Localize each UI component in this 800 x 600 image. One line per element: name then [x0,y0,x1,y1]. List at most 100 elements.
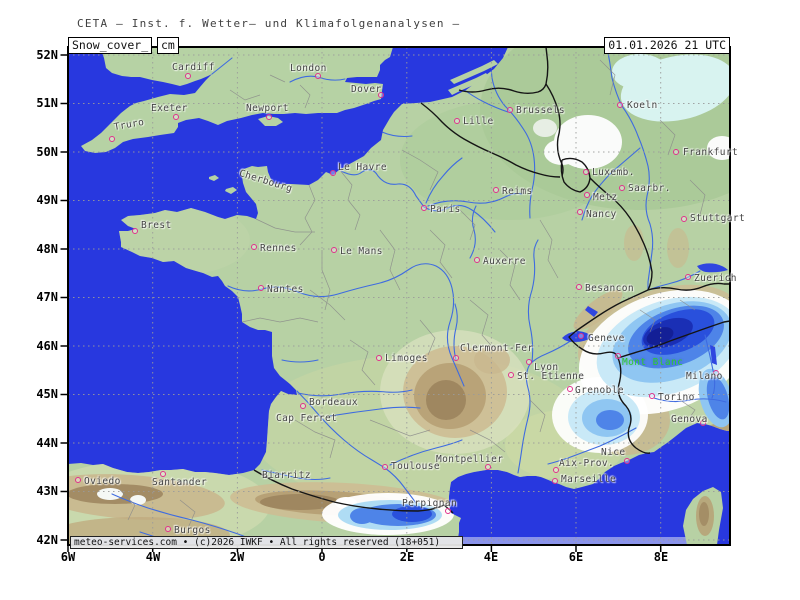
city-label: Toulouse [391,461,440,472]
lat-label: 52N [36,48,58,62]
city-marker-frankfurt [673,149,679,155]
city-marker-lille [454,118,460,124]
city-label: Montpellier [436,454,504,465]
unit-badge: cm [157,37,179,54]
city-marker-clermont [453,355,459,361]
weather-map-page: CETA — Inst. f. Wetter— und Klimafolgena… [0,0,800,600]
lat-label: 51N [36,96,58,110]
city-label: Le Mans [340,246,383,257]
city-label: Santander [152,477,208,488]
city-label: Torino [658,392,695,403]
city-label: Burgos [174,525,211,536]
page-title: CETA — Inst. f. Wetter— und Klimafolgena… [77,17,461,30]
city-label: Nantes [267,284,304,295]
city-marker-saarbruecken [619,185,625,191]
lon-label: 6W [60,550,76,564]
city-label: Frankfurt [683,147,739,158]
lat-label: 46N [36,339,58,353]
lat-label: 42N [36,533,58,547]
city-label: Bordeaux [309,397,358,408]
city-label: Besancon [585,283,634,294]
city-label: Saarbr. [628,183,671,194]
copyright-bar: meteo-services.com • (c)2026 IWKF • All … [70,536,463,549]
city-marker-newport [266,114,272,120]
city-label: Nice [601,447,626,458]
city-label: Luxemb. [592,167,635,178]
lon-label: 8E [653,550,669,564]
city-marker-rennes [251,244,257,250]
city-label: Biarritz [262,470,311,481]
city-marker-st-etienne [508,372,514,378]
city-marker-marseille [552,478,558,484]
city-marker-koeln [617,102,623,108]
city-label: Milano [686,371,723,382]
city-marker-besancon [576,284,582,290]
lat-label: 50N [36,145,58,159]
lon-label: 4W [145,550,161,564]
city-marker-torino [649,393,655,399]
city-marker-lyon [526,359,532,365]
city-label: St. Etienne [517,371,585,382]
city-label: Zuerich [694,273,737,284]
city-marker-le-havre [330,170,336,176]
lat-label: 45N [36,387,58,401]
lon-label: 0 [318,550,326,564]
city-marker-oviedo [75,477,81,483]
lat-label: 49N [36,193,58,207]
city-marker-cardiff [185,73,191,79]
city-marker-truro [109,136,115,142]
city-label: Nancy [586,209,617,220]
city-marker-le-mans [331,247,337,253]
city-label: London [290,63,327,74]
lat-label: 44N [36,436,58,450]
city-marker-paris [421,205,427,211]
city-label: Aix-Prov. [559,458,615,469]
lat-label: 43N [36,484,58,498]
city-label: Stuttgart [690,213,746,224]
city-marker-nantes [258,285,264,291]
city-marker-exeter [173,114,179,120]
city-marker-toulouse [382,464,388,470]
city-label: Koeln [627,100,658,111]
lat-label: 48N [36,242,58,256]
city-label: Oviedo [84,476,121,487]
city-label: Paris [430,204,461,215]
city-label: Cap Ferret [276,413,338,424]
layer-badge: Snow_cover_ [68,37,153,54]
city-label: Metz [593,192,618,203]
lon-label: 2E [399,550,415,564]
city-label: Brest [141,220,172,231]
city-marker-luxembourg [583,169,589,175]
city-label: Marseille [561,474,617,485]
city-marker-nice [624,458,630,464]
city-marker-geneve [578,333,584,339]
city-label: Le Havre [338,162,387,173]
city-label: Geneve [588,333,625,344]
city-label: Rennes [260,243,297,254]
city-label: Lille [463,116,494,127]
city-marker-brussels [507,107,513,113]
city-label: Cardiff [172,62,215,73]
city-label: Newport [246,103,289,114]
city-marker-burgos [165,526,171,532]
city-marker-metz [584,192,590,198]
lon-label: 6E [568,550,584,564]
city-marker-limoges [376,355,382,361]
city-marker-brest [132,228,138,234]
peak-marker-mont-blanc [615,353,621,359]
city-marker-grenoble [567,386,573,392]
lon-label: 2W [229,550,245,564]
city-marker-zuerich [685,274,691,280]
city-label: Auxerre [483,256,526,267]
city-label: Exeter [151,103,188,114]
city-label: Perpignan [402,498,458,509]
city-label: Clermont-Fer [460,343,534,354]
city-label: Reims [502,186,533,197]
city-label: Brussels [516,105,565,116]
city-marker-nancy [577,209,583,215]
city-label: Genova [671,414,708,425]
lon-label: 4E [483,550,499,564]
city-label: Grenoble [575,385,624,396]
city-label: Dover [351,84,382,95]
city-marker-auxerre [474,257,480,263]
